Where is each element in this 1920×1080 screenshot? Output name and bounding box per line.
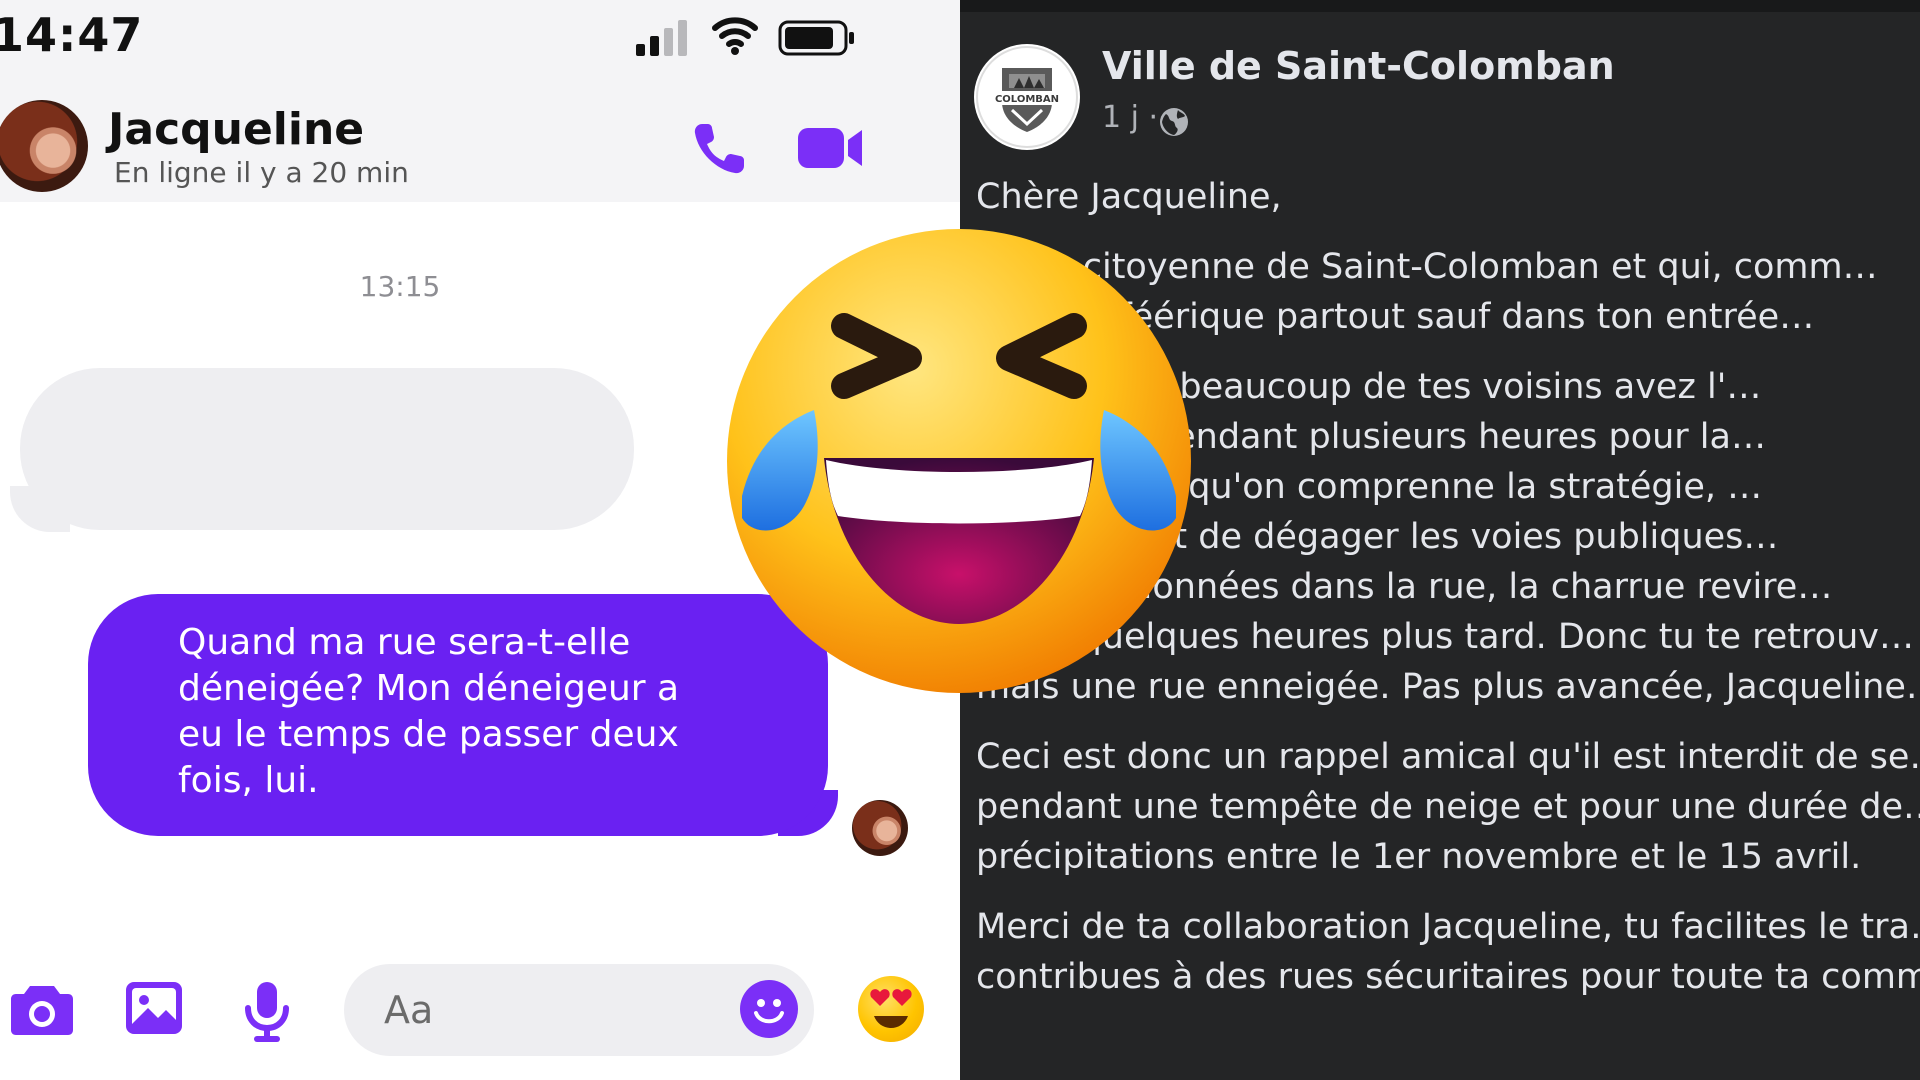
received-message-bubble[interactable]: [20, 368, 634, 530]
post-paragraph: Ceci est donc un rappel amical qu'il est…: [976, 737, 1920, 877]
post-paragraph: Merci de ta collaboration Jacqueline, tu…: [976, 907, 1920, 997]
top-bar: [960, 0, 1920, 12]
battery-icon: [778, 20, 854, 56]
message-timestamp: 13:15: [359, 270, 441, 303]
microphone-icon[interactable]: [244, 980, 290, 1044]
camera-icon[interactable]: [10, 980, 74, 1036]
status-bar: 14:47: [0, 0, 960, 80]
signal-icon: [636, 20, 687, 56]
status-time: 14:47: [0, 8, 144, 62]
page-logo-text: COLOMBAN: [995, 94, 1059, 105]
post-meta[interactable]: 1 j ·: [1102, 100, 1158, 135]
page-name[interactable]: Ville de Saint-Colomban: [1102, 44, 1615, 88]
gallery-icon[interactable]: [124, 980, 184, 1036]
video-camera-icon[interactable]: [796, 124, 866, 172]
phone-icon[interactable]: [690, 118, 750, 178]
page-logo[interactable]: COLOMBAN: [974, 44, 1080, 150]
sent-message-text: Quand ma rue sera-t-elle déneigée? Mon d…: [178, 622, 680, 801]
contact-status: En ligne il y a 20 min: [114, 156, 409, 189]
post-paragraph: Chère Jacqueline,: [976, 177, 1282, 217]
heart-eyes-emoji[interactable]: [858, 976, 924, 1042]
wifi-icon: [712, 17, 758, 55]
laughing-crying-emoji: [727, 229, 1191, 693]
contact-name[interactable]: Jacqueline: [108, 104, 364, 155]
message-input-placeholder: Aa: [384, 988, 434, 1032]
contact-avatar[interactable]: [0, 100, 88, 192]
globe-icon: [1160, 108, 1188, 136]
read-receipt-avatar: [852, 800, 908, 856]
smiley-icon[interactable]: [740, 980, 798, 1038]
